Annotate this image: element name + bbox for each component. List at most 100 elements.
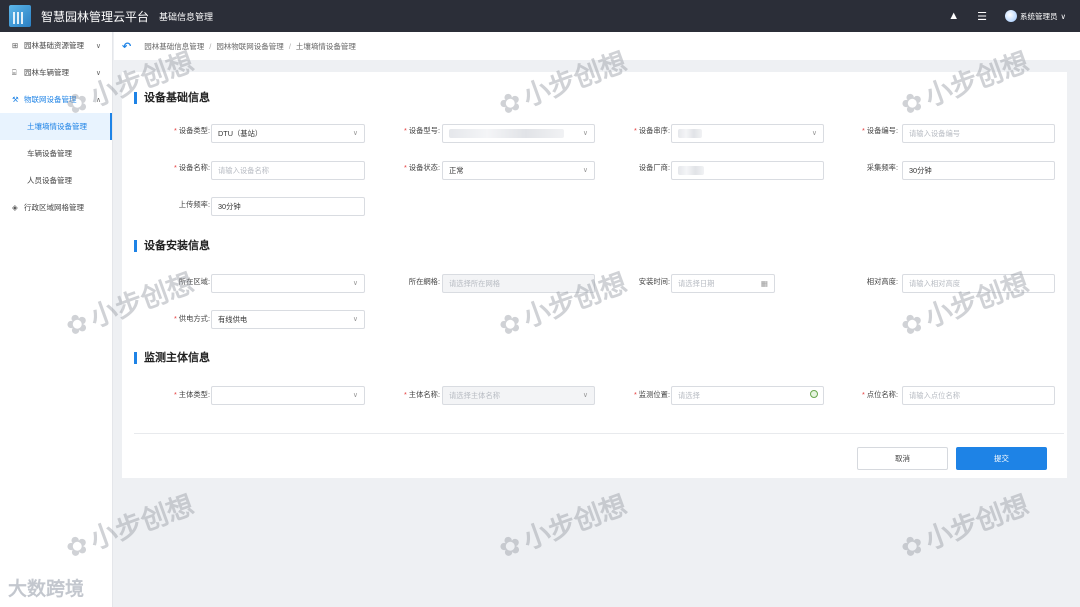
sidebar-subitem-vehicle-devices[interactable]: 车辆设备管理 <box>0 140 112 167</box>
sidebar: ⊞ 园林基础资源管理 ∨ ⌸ 园林车辆管理 ∨ ⚒ 物联网设备管理 ∧ 土壤墒情… <box>0 32 113 607</box>
subject-type-select[interactable]: ∨ <box>211 386 365 405</box>
device-type-label: 设备类型: <box>178 126 210 135</box>
device-name-input[interactable]: 请输入设备名称 <box>211 161 365 180</box>
chevron-down-icon: ∨ <box>352 392 358 399</box>
point-name-placeholder: 请输入点位名称 <box>909 390 961 400</box>
point-name-input[interactable]: 请输入点位名称 <box>902 386 1055 405</box>
chevron-down-icon: ∨ <box>352 316 358 323</box>
install-time-picker[interactable]: 请选择日期 ▦ <box>671 274 775 293</box>
manufacturer-input[interactable] <box>671 161 824 180</box>
location-pin-icon[interactable] <box>810 390 818 398</box>
sidebar-item-label: 园林基础资源管理 <box>24 41 84 50</box>
section-title-install: 设备安装信息 <box>134 240 210 252</box>
point-name-label: 点位名称: <box>866 390 898 399</box>
chevron-down-icon: ∨ <box>582 130 588 137</box>
grid-icon: ⊞ <box>12 41 19 50</box>
sidebar-item-label: 园林车辆管理 <box>24 68 69 77</box>
device-status-select[interactable]: 正常 ∨ <box>442 161 595 180</box>
menu-icon[interactable]: ☰ <box>977 10 987 23</box>
field-subject-type: * 主体类型: <box>173 390 210 399</box>
breadcrumb-item[interactable]: 园林物联网设备管理 <box>216 41 284 52</box>
monitor-location-placeholder: 请选择 <box>678 390 700 400</box>
device-serial-label: 设备串序: <box>638 126 670 135</box>
field-subject-name: * 主体名称: <box>403 390 440 399</box>
avatar <box>1005 10 1017 22</box>
sidebar-item-label: 行政区域网格管理 <box>24 203 84 212</box>
grid-placeholder: 请选择所在网格 <box>449 278 501 288</box>
sidebar-item-admin-grid[interactable]: ◈ 行政区域网格管理 <box>0 194 112 221</box>
device-number-placeholder: 请输入设备编号 <box>909 128 961 138</box>
device-model-select[interactable]: ∨ <box>442 124 595 143</box>
chevron-down-icon: ∨ <box>811 130 817 137</box>
device-name-placeholder: 请输入设备名称 <box>218 165 270 175</box>
top-bar: 智慧园林管理云平台 基础信息管理 ▲ ☰ 系统管理员 ∨ <box>0 0 1080 32</box>
blurred-value <box>678 166 704 175</box>
field-grid: 所在網格: <box>384 277 440 287</box>
section-title-monitor: 监测主体信息 <box>134 352 210 364</box>
corner-watermark: 大数跨境 <box>8 578 85 600</box>
manufacturer-label: 设备厂商: <box>638 163 670 172</box>
field-install-time: 安装时间: <box>614 277 670 287</box>
grid-select[interactable]: 请选择所在网格 <box>442 274 595 293</box>
blurred-value <box>449 129 564 138</box>
monitor-location-label: 监测位置: <box>638 390 670 399</box>
back-icon[interactable]: ↶ <box>122 40 131 53</box>
submit-button[interactable]: 提交 <box>956 447 1047 470</box>
sidebar-item-vehicles[interactable]: ⌸ 园林车辆管理 ∨ <box>0 59 112 86</box>
field-region: 所在区域: <box>152 277 210 287</box>
car-icon: ⌸ <box>12 67 17 77</box>
device-form-card: 设备基础信息 * 设备类型: DTU（基站） ∨ * 设备型号: ∨ * 设备串序: … <box>122 72 1067 478</box>
chevron-down-icon: ∨ <box>352 130 358 137</box>
sample-freq-label: 采集频率: <box>866 163 898 172</box>
subject-type-label: 主体类型: <box>178 390 210 399</box>
chevron-down-icon: ∨ <box>582 392 588 399</box>
watermark: ✿小步创想 <box>897 489 1034 565</box>
cancel-button[interactable]: 取消 <box>857 447 948 470</box>
grid-label: 所在網格: <box>408 277 440 286</box>
device-type-select[interactable]: DTU（基站） ∨ <box>211 124 365 143</box>
field-device-status: * 设备状态: <box>403 163 440 172</box>
app-title: 智慧园林管理云平台 <box>41 9 150 24</box>
user-name: 系统管理员 <box>1020 11 1058 21</box>
field-upload-freq: 上传频率: <box>152 200 210 210</box>
sidebar-item-iot-devices[interactable]: ⚒ 物联网设备管理 ∧ <box>0 86 112 113</box>
chevron-down-icon: ∨ <box>95 42 101 50</box>
install-time-label: 安装时间: <box>638 277 670 286</box>
power-mode-value: 有线供电 <box>218 314 248 324</box>
chevron-up-icon: ∧ <box>95 96 101 104</box>
sidebar-item-label: 物联网设备管理 <box>24 95 77 104</box>
blurred-value <box>678 129 702 138</box>
sidebar-subitem-soil-devices[interactable]: 土壤墒情设备管理 <box>0 113 112 140</box>
breadcrumb-item[interactable]: 园林基础信息管理 <box>144 41 204 52</box>
device-model-label: 设备型号: <box>408 126 440 135</box>
subject-name-select[interactable]: 请选择主体名称 ∨ <box>442 386 595 405</box>
breadcrumb-item-current: 土壤墒情设备管理 <box>295 41 356 51</box>
device-name-label: 设备名称: <box>178 163 210 172</box>
sidebar-item-garden-resources[interactable]: ⊞ 园林基础资源管理 ∨ <box>0 32 112 59</box>
bell-icon[interactable]: ▲ <box>948 10 959 22</box>
device-serial-select[interactable]: ∨ <box>671 124 824 143</box>
module-title: 基础信息管理 <box>159 11 214 22</box>
sidebar-subitem-personnel-devices[interactable]: 人员设备管理 <box>0 167 112 194</box>
field-relative-height: 相对高度: <box>840 277 898 287</box>
monitor-location-input[interactable]: 请选择 <box>671 386 824 405</box>
user-menu[interactable]: 系统管理员 ∨ <box>1005 10 1066 22</box>
chevron-down-icon: ∨ <box>95 69 101 77</box>
region-select[interactable]: ∨ <box>211 274 365 293</box>
layers-icon: ◈ <box>12 203 18 212</box>
field-monitor-location: * 监测位置: <box>633 390 670 399</box>
relative-height-input[interactable]: 请输入相对高度 <box>902 274 1055 293</box>
sample-freq-input[interactable]: 30分钟 <box>902 161 1055 180</box>
field-device-model: * 设备型号: <box>403 126 440 135</box>
field-device-serial: * 设备串序: <box>633 126 670 135</box>
relative-height-placeholder: 请输入相对高度 <box>909 278 961 288</box>
field-point-name: * 点位名称: <box>861 390 898 399</box>
upload-freq-input[interactable]: 30分钟 <box>211 197 365 216</box>
device-status-label: 设备状态: <box>408 163 440 172</box>
device-number-input[interactable]: 请输入设备编号 <box>902 124 1055 143</box>
power-mode-select[interactable]: 有线供电 ∨ <box>211 310 365 329</box>
upload-freq-label: 上传频率: <box>178 200 210 209</box>
relative-height-label: 相对高度: <box>866 277 898 286</box>
device-number-label: 设备编号: <box>866 126 898 135</box>
upload-freq-value: 30分钟 <box>218 201 241 211</box>
